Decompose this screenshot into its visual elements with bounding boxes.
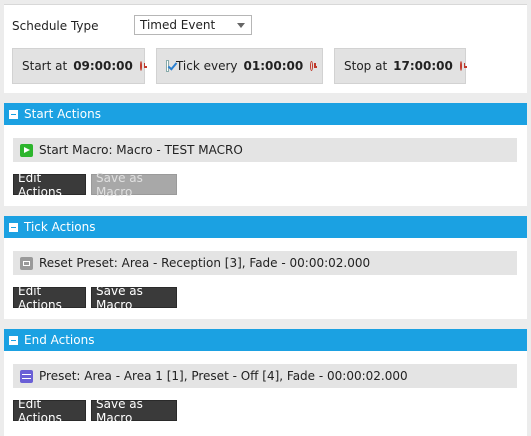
- end-actions-header[interactable]: End Actions: [4, 329, 527, 351]
- collapse-icon[interactable]: [9, 222, 18, 232]
- tick-actions-title: Tick Actions: [24, 220, 96, 234]
- schedule-type-select[interactable]: Timed Event: [134, 15, 252, 35]
- start-time-label: Start at: [22, 59, 68, 73]
- play-macro-icon: [20, 143, 33, 157]
- schedule-type-label: Schedule Type: [12, 19, 99, 33]
- start-action-text: Start Macro: Macro - TEST MACRO: [39, 143, 243, 157]
- chevron-down-icon: [237, 23, 245, 28]
- bottom-strip: [4, 428, 527, 436]
- start-actions-title: Start Actions: [24, 107, 101, 121]
- collapse-icon[interactable]: [9, 109, 18, 119]
- stop-time-box[interactable]: Stop at 17:00:00: [334, 48, 467, 84]
- tick-enabled-checkbox[interactable]: [166, 60, 169, 72]
- tick-time-box[interactable]: Tick every 01:00:00: [156, 48, 323, 84]
- end-actions-section: End Actions Preset: Area - Area 1 [1], P…: [4, 329, 527, 428]
- tick-actions-section: Tick Actions Reset Preset: Area - Recept…: [4, 216, 527, 319]
- schedule-panel: Schedule Type Timed Event Start at 09:00…: [4, 4, 527, 93]
- edit-actions-button[interactable]: Edit Actions: [13, 284, 86, 312]
- tick-action-item[interactable]: Reset Preset: Area - Reception [3], Fade…: [13, 251, 517, 275]
- reset-preset-icon: [20, 256, 33, 270]
- start-time-box[interactable]: Start at 09:00:00: [12, 48, 147, 84]
- start-actions-header[interactable]: Start Actions: [4, 103, 527, 125]
- end-action-item[interactable]: Preset: Area - Area 1 [1], Preset - Off …: [13, 364, 517, 388]
- tick-action-text: Reset Preset: Area - Reception [3], Fade…: [39, 256, 371, 270]
- preset-icon: [20, 369, 33, 383]
- edit-actions-button[interactable]: Edit Actions: [13, 171, 86, 199]
- start-time-value: 09:00:00: [73, 59, 133, 73]
- edit-actions-button[interactable]: Edit Actions: [13, 397, 86, 425]
- tick-time-label: Tick every: [175, 59, 238, 73]
- tick-time-value: 01:00:00: [243, 59, 304, 73]
- collapse-icon[interactable]: [9, 335, 18, 345]
- clock-icon[interactable]: [310, 61, 317, 71]
- start-actions-section: Start Actions Start Macro: Macro - TEST …: [4, 103, 527, 206]
- stop-time-value: 17:00:00: [393, 59, 453, 73]
- clock-icon[interactable]: [139, 61, 147, 71]
- tick-actions-header[interactable]: Tick Actions: [4, 216, 527, 238]
- save-as-macro-button[interactable]: Save as Macro: [91, 284, 177, 312]
- schedule-type-value: Timed Event: [140, 18, 216, 32]
- start-action-item[interactable]: Start Macro: Macro - TEST MACRO: [13, 138, 517, 162]
- end-actions-title: End Actions: [24, 333, 95, 347]
- save-as-macro-button[interactable]: Save as Macro: [91, 397, 177, 425]
- clock-icon[interactable]: [459, 61, 467, 71]
- end-action-text: Preset: Area - Area 1 [1], Preset - Off …: [39, 369, 408, 383]
- save-as-macro-button[interactable]: Save as Macro: [91, 171, 177, 199]
- stop-time-label: Stop at: [344, 59, 388, 73]
